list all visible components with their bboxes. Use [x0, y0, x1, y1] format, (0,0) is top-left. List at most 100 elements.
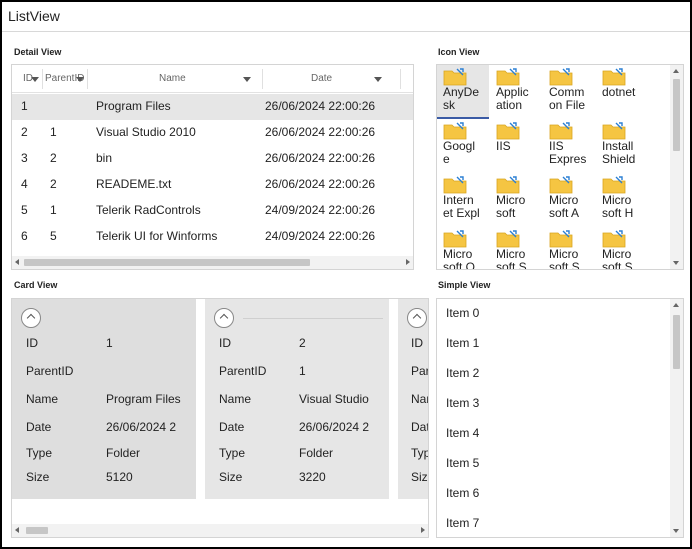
icon-item[interactable]: Intern et Expl	[437, 173, 489, 227]
cell-parentid: 2	[50, 151, 57, 165]
icon-item[interactable]: Micro soft	[490, 173, 542, 227]
scrollbar-thumb[interactable]	[673, 79, 680, 151]
card-label-size: Size	[26, 470, 50, 484]
icon-view-label: Icon View	[438, 47, 480, 57]
icon-item[interactable]: Micro soft H	[596, 173, 648, 227]
list-item[interactable]: Item 3	[446, 396, 479, 410]
card-value-parentid: 1	[299, 364, 306, 378]
cell-name: Program Files	[96, 99, 171, 113]
folder-shortcut-icon	[602, 68, 626, 86]
table-row[interactable]: 4 2 READEME.txt 26/06/2024 22:00:26 Tex	[12, 172, 413, 198]
table-row[interactable]: 1 Program Files 26/06/2024 22:00:26 Fold	[12, 94, 413, 120]
cell-date: 26/06/2024 22:00:26	[265, 151, 376, 165]
table-row[interactable]: 5 1 Telerik RadControls 24/09/2024 22:00…	[12, 198, 413, 224]
simple-view-vertical-scrollbar[interactable]	[670, 299, 683, 537]
list-item[interactable]: Item 0	[446, 306, 479, 320]
column-header-name[interactable]: Name	[159, 73, 186, 84]
sort-down-icon[interactable]	[243, 77, 251, 82]
icon-view[interactable]: AnyDe sk Applic ation Comm on File dotnet Googl…	[436, 64, 684, 270]
icon-item-label: Micro soft	[496, 194, 526, 220]
scrollbar-thumb[interactable]	[26, 527, 48, 534]
card-label-date: Date	[26, 420, 52, 434]
card[interactable]: ID 2 ParentID 1 Name Visual Studio Date …	[205, 299, 389, 499]
card-value-date: 26/06/2024 2	[299, 420, 370, 434]
icon-item-label: dotnet	[602, 86, 636, 99]
sort-down-icon[interactable]	[31, 77, 39, 82]
scrollbar-thumb[interactable]	[673, 315, 680, 369]
icon-item[interactable]: Micro soft O	[437, 227, 489, 269]
column-header-date[interactable]: Date	[311, 73, 332, 84]
scroll-down-icon[interactable]	[673, 261, 679, 265]
table-row[interactable]: 2 1 Visual Studio 2010 26/06/2024 22:00:…	[12, 120, 413, 146]
detail-view[interactable]: ID ParentID Name Date 1 Program Files 26…	[11, 64, 414, 270]
scroll-down-icon[interactable]	[673, 529, 679, 533]
card-label-name: Name	[26, 392, 59, 406]
table-row[interactable]: 6 5 Telerik UI for Winforms 24/09/2024 2…	[12, 224, 413, 250]
listview-window: ListView Detail View Icon View Card View…	[0, 0, 692, 549]
list-item[interactable]: Item 4	[446, 426, 479, 440]
list-item[interactable]: Item 2	[446, 366, 479, 380]
cell-name: bin	[96, 151, 113, 165]
cell-parentid: 2	[50, 177, 57, 191]
column-separator[interactable]	[400, 69, 401, 89]
icon-item-label: Intern et Expl	[443, 194, 480, 220]
folder-shortcut-icon	[549, 122, 573, 140]
icon-view-vertical-scrollbar[interactable]	[670, 65, 683, 269]
folder-shortcut-icon	[496, 122, 520, 140]
icon-item-label: Comm on File	[549, 86, 586, 112]
icon-item[interactable]: dotnet	[596, 65, 648, 119]
cell-parentid: 1	[50, 125, 57, 139]
collapse-button[interactable]	[214, 308, 234, 328]
collapse-button[interactable]	[21, 308, 41, 328]
icon-item[interactable]: Googl e	[437, 119, 489, 173]
card-label-parentid: Par	[411, 364, 429, 378]
icon-item-label: Micro soft S	[549, 248, 580, 270]
icon-item[interactable]: Comm on File	[543, 65, 595, 119]
list-item[interactable]: Item 6	[446, 486, 479, 500]
cell-name: Telerik UI for Winforms	[96, 229, 218, 243]
scroll-up-icon[interactable]	[673, 69, 679, 73]
icon-item[interactable]: Install Shield	[596, 119, 648, 173]
icon-item[interactable]: IIS Expres	[543, 119, 595, 173]
scroll-right-icon[interactable]	[406, 259, 410, 265]
cell-id: 3	[21, 151, 28, 165]
folder-shortcut-icon	[496, 230, 520, 248]
list-item[interactable]: Item 5	[446, 456, 479, 470]
icon-item[interactable]: Micro soft A	[543, 173, 595, 227]
sort-down-icon[interactable]	[76, 77, 84, 82]
detail-view-horizontal-scrollbar[interactable]	[12, 256, 413, 269]
icon-item-label: Micro soft S	[496, 248, 527, 270]
card-view[interactable]: ID 1 ParentID Name Program Files Date 26…	[11, 298, 429, 538]
card-label-type: Type	[219, 446, 246, 460]
icon-item-label: AnyDe sk	[443, 86, 480, 112]
cell-parentid: 5	[50, 229, 57, 243]
folder-shortcut-icon	[443, 176, 467, 194]
list-item[interactable]: Item 1	[446, 336, 479, 350]
icon-item[interactable]: Micro soft S	[596, 227, 648, 269]
column-separator[interactable]	[87, 69, 88, 89]
scrollbar-thumb[interactable]	[24, 259, 310, 266]
card[interactable]: ID 1 ParentID Name Program Files Date 26…	[12, 299, 196, 499]
icon-item[interactable]: Micro soft S	[490, 227, 542, 270]
scroll-left-icon[interactable]	[15, 527, 19, 533]
collapse-button[interactable]	[407, 308, 427, 328]
table-row[interactable]: 3 2 bin 26/06/2024 22:00:26 Fold	[12, 146, 413, 172]
icon-item[interactable]: Applic ation	[490, 65, 542, 119]
sort-down-icon[interactable]	[374, 77, 382, 82]
card-view-horizontal-scrollbar[interactable]	[12, 524, 428, 537]
scroll-up-icon[interactable]	[673, 303, 679, 307]
icon-item[interactable]: AnyDe sk	[437, 65, 489, 119]
scroll-right-icon[interactable]	[421, 527, 425, 533]
icon-item[interactable]: Micro soft S	[543, 227, 595, 270]
list-item[interactable]: Item 7	[446, 516, 479, 530]
cell-id: 2	[21, 125, 28, 139]
column-separator[interactable]	[262, 69, 263, 89]
simple-view[interactable]: Item 0 Item 1 Item 2 Item 3 Item 4 Item …	[436, 298, 684, 538]
card-label-type: Type	[26, 446, 53, 460]
card-label-type: Typ	[411, 446, 429, 460]
icon-item[interactable]: IIS	[490, 119, 542, 173]
card-partial[interactable]: ID Par Nar Dat Typ Size	[398, 299, 429, 499]
column-separator[interactable]	[42, 69, 43, 89]
folder-shortcut-icon	[496, 176, 520, 194]
scroll-left-icon[interactable]	[15, 259, 19, 265]
